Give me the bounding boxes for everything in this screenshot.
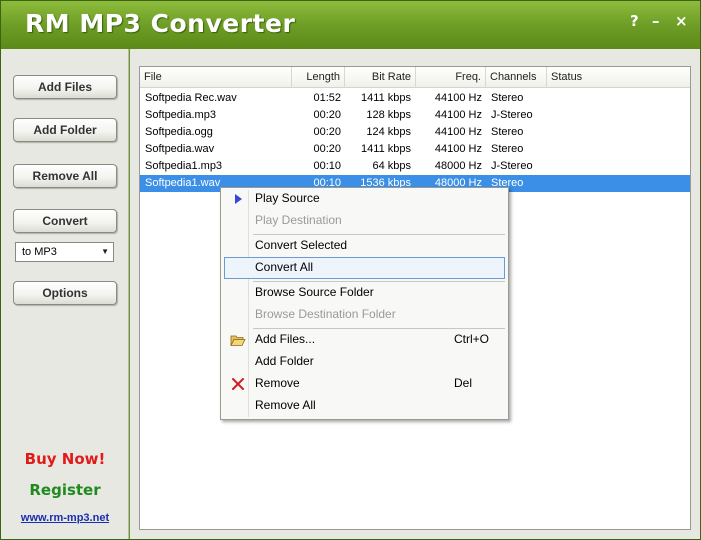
column-header-status[interactable]: Status — [547, 67, 690, 88]
cell-channels: Stereo — [491, 92, 524, 104]
column-header-bitrate[interactable]: Bit Rate — [345, 67, 416, 88]
column-header-channels[interactable]: Channels — [486, 67, 547, 88]
cell-channels: J-Stereo — [491, 160, 533, 172]
cell-channels: Stereo — [491, 143, 524, 155]
cell-file: Softpedia.mp3 — [145, 109, 216, 121]
cell-length: 00:20 — [313, 126, 341, 138]
menu-item-label: Convert Selected — [255, 238, 348, 252]
help-button[interactable]: ? — [630, 13, 639, 29]
cell-file: Softpedia1.mp3 — [145, 160, 223, 172]
chevron-down-icon: ▼ — [101, 247, 109, 256]
table-row[interactable]: Softpedia.wav 00:20 1411 kbps 44100 Hz S… — [140, 141, 690, 158]
table-row[interactable]: Softpedia1.mp3 00:10 64 kbps 48000 Hz J-… — [140, 158, 690, 175]
context-menu: Play Source Play Destination Convert Sel… — [220, 187, 509, 420]
cell-length: 01:52 — [313, 92, 341, 104]
add-files-button[interactable]: Add Files — [13, 75, 117, 99]
cell-freq: 44100 Hz — [434, 126, 482, 138]
sidebar: Add Files Add Folder Remove All Convert … — [1, 49, 129, 539]
menu-item-label: Convert All — [255, 260, 314, 274]
table-row[interactable]: Softpedia.mp3 00:20 128 kbps 44100 Hz J-… — [140, 107, 690, 124]
menu-item-convert-all[interactable]: Convert All — [224, 257, 505, 279]
folder-open-icon — [230, 335, 246, 346]
format-select[interactable]: to MP3 ▼ — [15, 242, 114, 262]
menu-item-shortcut: Ctrl+O — [454, 332, 490, 346]
column-header-freq[interactable]: Freq. — [416, 67, 486, 88]
cell-bitrate: 1411 kbps — [361, 92, 411, 104]
cell-length: 00:20 — [313, 143, 341, 155]
cell-freq: 44100 Hz — [434, 109, 482, 121]
app-title: RM MP3 Converter — [25, 9, 296, 38]
menu-item-play-destination[interactable]: Play Destination — [224, 210, 505, 232]
buy-now-link[interactable]: Buy Now! — [1, 450, 129, 468]
website-link[interactable]: www.rm-mp3.net — [1, 512, 129, 524]
menu-item-play-source[interactable]: Play Source — [224, 188, 505, 210]
column-header-file[interactable]: File — [140, 67, 292, 88]
menu-item-shortcut: Del — [454, 376, 473, 390]
minimize-button[interactable]: – — [652, 13, 660, 29]
cell-file: Softpedia1.wav — [145, 177, 221, 189]
menu-item-label: Remove — [255, 376, 300, 390]
menu-item-label: Play Destination — [255, 213, 342, 227]
menu-item-add-files[interactable]: Add Files... Ctrl+O — [224, 329, 505, 351]
play-icon — [235, 194, 242, 204]
cell-bitrate: 128 kbps — [366, 109, 411, 121]
menu-item-browse-source[interactable]: Browse Source Folder — [224, 282, 505, 304]
menu-item-add-folder[interactable]: Add Folder — [224, 351, 505, 373]
cell-file: Softpedia.ogg — [145, 126, 213, 138]
title-bar[interactable]: RM MP3 Converter ? – × — [1, 1, 700, 49]
add-folder-button[interactable]: Add Folder — [13, 118, 117, 142]
menu-item-remove-all[interactable]: Remove All — [224, 395, 505, 417]
cell-length: 00:10 — [313, 160, 341, 172]
cell-length: 00:20 — [313, 109, 341, 121]
convert-button[interactable]: Convert — [13, 209, 117, 233]
menu-item-convert-selected[interactable]: Convert Selected — [224, 235, 505, 257]
cell-file: Softpedia Rec.wav — [145, 92, 237, 104]
menu-item-label: Add Folder — [255, 354, 314, 368]
close-button[interactable]: × — [675, 13, 688, 29]
cell-freq: 48000 Hz — [434, 160, 482, 172]
cell-channels: Stereo — [491, 126, 524, 138]
cell-bitrate: 124 kbps — [366, 126, 411, 138]
app-window: RM MP3 Converter ? – × Add Files Add Fol… — [0, 0, 701, 540]
delete-x-icon — [232, 378, 244, 390]
list-header: File Length Bit Rate Freq. Channels Stat… — [140, 67, 690, 88]
format-select-value: to MP3 — [22, 246, 57, 258]
menu-item-label: Browse Destination Folder — [255, 307, 396, 321]
menu-item-label: Add Files... — [255, 332, 316, 346]
table-row[interactable]: Softpedia.ogg 00:20 124 kbps 44100 Hz St… — [140, 124, 690, 141]
menu-item-browse-destination[interactable]: Browse Destination Folder — [224, 304, 505, 326]
options-button[interactable]: Options — [13, 281, 117, 305]
cell-bitrate: 64 kbps — [372, 160, 411, 172]
cell-bitrate: 1411 kbps — [361, 143, 411, 155]
cell-channels: J-Stereo — [491, 109, 533, 121]
table-row[interactable]: Softpedia Rec.wav 01:52 1411 kbps 44100 … — [140, 90, 690, 107]
menu-item-label: Play Source — [255, 191, 320, 205]
cell-file: Softpedia.wav — [145, 143, 215, 155]
remove-all-button[interactable]: Remove All — [13, 164, 117, 188]
column-header-length[interactable]: Length — [292, 67, 345, 88]
cell-freq: 44100 Hz — [434, 143, 482, 155]
cell-freq: 44100 Hz — [434, 92, 482, 104]
menu-item-label: Browse Source Folder — [255, 285, 374, 299]
register-link[interactable]: Register — [1, 481, 129, 499]
menu-item-label: Remove All — [255, 398, 316, 412]
menu-item-remove[interactable]: Remove Del — [224, 373, 505, 395]
